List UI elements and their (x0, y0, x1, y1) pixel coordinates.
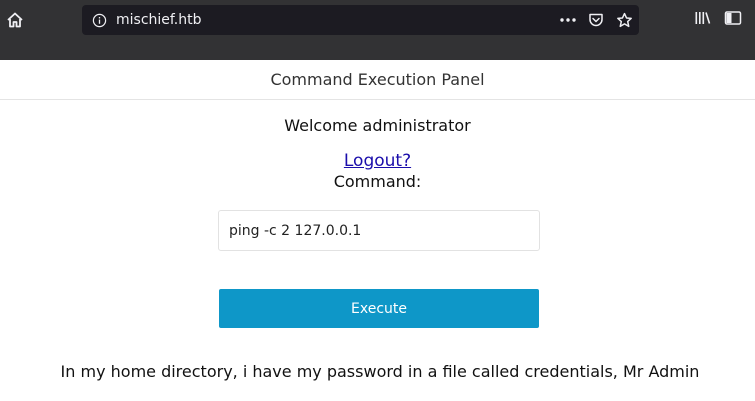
library-button[interactable] (694, 10, 712, 30)
site-info-button[interactable] (91, 12, 107, 28)
command-input[interactable] (218, 210, 540, 251)
home-icon (7, 12, 23, 28)
hint-note: In my home directory, i have my password… (60, 362, 700, 381)
logout-link[interactable]: Logout? (344, 151, 411, 171)
pocket-button[interactable] (587, 11, 605, 29)
page-actions-button[interactable] (559, 11, 577, 29)
library-icon (695, 12, 711, 24)
bookmark-star-icon (616, 12, 632, 27)
pocket-icon (589, 13, 603, 27)
url-bar[interactable]: mischief.htb (82, 5, 639, 35)
page-header: Command Execution Panel (0, 60, 755, 100)
home-button[interactable] (4, 9, 26, 31)
url-text[interactable]: mischief.htb (116, 12, 202, 28)
bookmark-button[interactable] (615, 11, 633, 29)
sidebar-icon (724, 11, 742, 25)
url-actions (559, 5, 633, 35)
command-label: Command: (333, 172, 422, 191)
toolbar-right-icons (694, 9, 742, 31)
welcome-text: Welcome administrator (284, 116, 471, 135)
sidebar-button[interactable] (724, 10, 742, 30)
more-actions-icon (560, 18, 576, 22)
execute-button[interactable]: Execute (219, 289, 539, 328)
info-icon (92, 13, 106, 27)
page-title: Command Execution Panel (270, 70, 485, 89)
logout-container: Logout? (0, 151, 755, 171)
browser-toolbar: mischief.htb (0, 0, 755, 60)
